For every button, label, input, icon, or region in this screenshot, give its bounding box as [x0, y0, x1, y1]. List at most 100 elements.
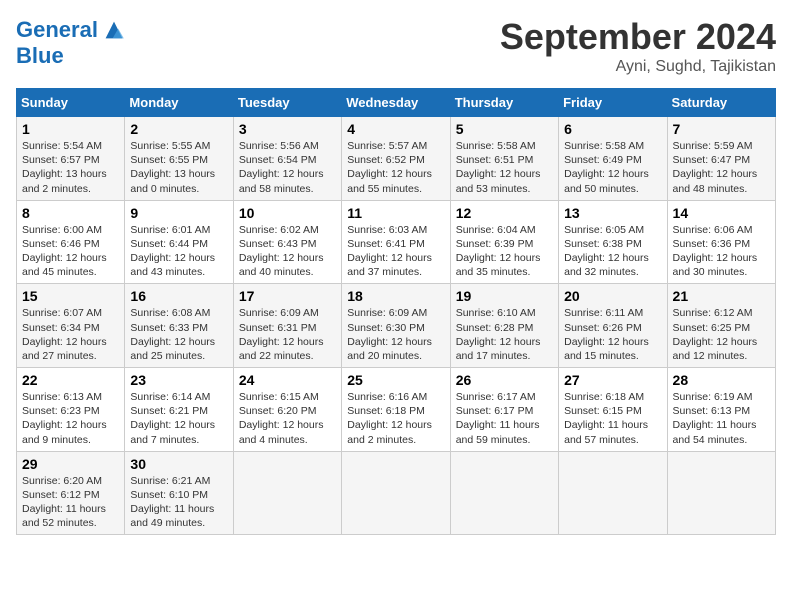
- calendar-cell: 24 Sunrise: 6:15 AMSunset: 6:20 PMDayligh…: [233, 368, 341, 452]
- day-info: Sunrise: 5:56 AMSunset: 6:54 PMDaylight:…: [239, 139, 336, 196]
- calendar-cell: 15 Sunrise: 6:07 AMSunset: 6:34 PMDayligh…: [17, 284, 125, 368]
- day-info: Sunrise: 6:01 AMSunset: 6:44 PMDaylight:…: [130, 223, 227, 280]
- calendar-week-row: 8 Sunrise: 6:00 AMSunset: 6:46 PMDaylight…: [17, 200, 776, 284]
- calendar-cell: 21Sunrise: 6:12 AMSunset: 6:25 PMDayligh…: [667, 284, 775, 368]
- calendar-cell: 16 Sunrise: 6:08 AMSunset: 6:33 PMDayligh…: [125, 284, 233, 368]
- day-info: Sunrise: 6:17 AMSunset: 6:17 PMDaylight:…: [456, 390, 553, 447]
- day-info: Sunrise: 6:03 AMSunset: 6:41 PMDaylight:…: [347, 223, 444, 280]
- day-number: 13: [564, 205, 661, 221]
- day-info: Sunrise: 6:16 AMSunset: 6:18 PMDaylight:…: [347, 390, 444, 447]
- calendar-cell: [342, 451, 450, 535]
- day-info: Sunrise: 5:59 AMSunset: 6:47 PMDaylight:…: [673, 139, 770, 196]
- col-saturday: Saturday: [667, 89, 775, 117]
- day-number: 15: [22, 288, 119, 304]
- day-number: 29: [22, 456, 119, 472]
- logo-icon: [100, 16, 128, 44]
- calendar-cell: 13 Sunrise: 6:05 AMSunset: 6:38 PMDayligh…: [559, 200, 667, 284]
- day-number: 2: [130, 121, 227, 137]
- logo: General Blue: [16, 16, 128, 68]
- day-number: 24: [239, 372, 336, 388]
- day-number: 22: [22, 372, 119, 388]
- day-number: 10: [239, 205, 336, 221]
- calendar-cell: 5 Sunrise: 5:58 AMSunset: 6:51 PMDaylight…: [450, 117, 558, 201]
- day-number: 7: [673, 121, 770, 137]
- day-info: Sunrise: 6:18 AMSunset: 6:15 PMDaylight:…: [564, 390, 661, 447]
- calendar-cell: 25 Sunrise: 6:16 AMSunset: 6:18 PMDayligh…: [342, 368, 450, 452]
- col-wednesday: Wednesday: [342, 89, 450, 117]
- col-tuesday: Tuesday: [233, 89, 341, 117]
- calendar-cell: 27 Sunrise: 6:18 AMSunset: 6:15 PMDayligh…: [559, 368, 667, 452]
- day-info: Sunrise: 6:15 AMSunset: 6:20 PMDaylight:…: [239, 390, 336, 447]
- day-number: 17: [239, 288, 336, 304]
- calendar-cell: 23Sunrise: 6:14 AMSunset: 6:21 PMDayligh…: [125, 368, 233, 452]
- day-info: Sunrise: 6:07 AMSunset: 6:34 PMDaylight:…: [22, 306, 119, 363]
- day-number: 27: [564, 372, 661, 388]
- calendar-cell: 4 Sunrise: 5:57 AMSunset: 6:52 PMDaylight…: [342, 117, 450, 201]
- day-info: Sunrise: 6:08 AMSunset: 6:33 PMDaylight:…: [130, 306, 227, 363]
- day-number: 30: [130, 456, 227, 472]
- day-info: Sunrise: 6:14 AMSunset: 6:21 PMDaylight:…: [130, 390, 227, 447]
- col-friday: Friday: [559, 89, 667, 117]
- day-info: Sunrise: 5:57 AMSunset: 6:52 PMDaylight:…: [347, 139, 444, 196]
- logo-blue-text: Blue: [16, 44, 128, 68]
- calendar-cell: 7 Sunrise: 5:59 AMSunset: 6:47 PMDaylight…: [667, 117, 775, 201]
- calendar-week-row: 29 Sunrise: 6:20 AMSunset: 6:12 PMDayligh…: [17, 451, 776, 535]
- day-number: 16: [130, 288, 227, 304]
- day-info: Sunrise: 6:13 AMSunset: 6:23 PMDaylight:…: [22, 390, 119, 447]
- calendar-cell: 14 Sunrise: 6:06 AMSunset: 6:36 PMDayligh…: [667, 200, 775, 284]
- col-thursday: Thursday: [450, 89, 558, 117]
- calendar-table: Sunday Monday Tuesday Wednesday Thursday…: [16, 88, 776, 535]
- day-number: 3: [239, 121, 336, 137]
- day-info: Sunrise: 6:19 AMSunset: 6:13 PMDaylight:…: [673, 390, 770, 447]
- calendar-cell: [450, 451, 558, 535]
- day-number: 25: [347, 372, 444, 388]
- calendar-cell: 30 Sunrise: 6:21 AMSunset: 6:10 PMDayligh…: [125, 451, 233, 535]
- day-info: Sunrise: 6:02 AMSunset: 6:43 PMDaylight:…: [239, 223, 336, 280]
- day-info: Sunrise: 6:11 AMSunset: 6:26 PMDaylight:…: [564, 306, 661, 363]
- day-info: Sunrise: 5:58 AMSunset: 6:49 PMDaylight:…: [564, 139, 661, 196]
- day-info: Sunrise: 6:09 AMSunset: 6:30 PMDaylight:…: [347, 306, 444, 363]
- page-header: General Blue September 2024 Ayni, Sughd,…: [16, 16, 776, 76]
- day-number: 26: [456, 372, 553, 388]
- calendar-header-row: Sunday Monday Tuesday Wednesday Thursday…: [17, 89, 776, 117]
- day-number: 18: [347, 288, 444, 304]
- day-info: Sunrise: 6:09 AMSunset: 6:31 PMDaylight:…: [239, 306, 336, 363]
- logo-text: General: [16, 18, 98, 42]
- calendar-cell: 12 Sunrise: 6:04 AMSunset: 6:39 PMDayligh…: [450, 200, 558, 284]
- day-number: 4: [347, 121, 444, 137]
- day-number: 28: [673, 372, 770, 388]
- day-number: 12: [456, 205, 553, 221]
- day-info: Sunrise: 5:55 AMSunset: 6:55 PMDaylight:…: [130, 139, 227, 196]
- calendar-cell: 28 Sunrise: 6:19 AMSunset: 6:13 PMDayligh…: [667, 368, 775, 452]
- month-title: September 2024: [500, 16, 776, 58]
- calendar-cell: 22 Sunrise: 6:13 AMSunset: 6:23 PMDayligh…: [17, 368, 125, 452]
- calendar-cell: 26 Sunrise: 6:17 AMSunset: 6:17 PMDayligh…: [450, 368, 558, 452]
- day-info: Sunrise: 6:21 AMSunset: 6:10 PMDaylight:…: [130, 474, 227, 531]
- calendar-cell: 9Sunrise: 6:01 AMSunset: 6:44 PMDaylight…: [125, 200, 233, 284]
- day-number: 5: [456, 121, 553, 137]
- day-info: Sunrise: 5:58 AMSunset: 6:51 PMDaylight:…: [456, 139, 553, 196]
- title-block: September 2024 Ayni, Sughd, Tajikistan: [500, 16, 776, 76]
- calendar-cell: [667, 451, 775, 535]
- day-number: 8: [22, 205, 119, 221]
- day-number: 20: [564, 288, 661, 304]
- day-number: 11: [347, 205, 444, 221]
- day-info: Sunrise: 6:20 AMSunset: 6:12 PMDaylight:…: [22, 474, 119, 531]
- calendar-cell: 6Sunrise: 5:58 AMSunset: 6:49 PMDaylight…: [559, 117, 667, 201]
- col-sunday: Sunday: [17, 89, 125, 117]
- day-info: Sunrise: 6:00 AMSunset: 6:46 PMDaylight:…: [22, 223, 119, 280]
- calendar-cell: 11 Sunrise: 6:03 AMSunset: 6:41 PMDayligh…: [342, 200, 450, 284]
- day-number: 21: [673, 288, 770, 304]
- day-number: 19: [456, 288, 553, 304]
- calendar-cell: 2 Sunrise: 5:55 AMSunset: 6:55 PMDaylight…: [125, 117, 233, 201]
- day-number: 14: [673, 205, 770, 221]
- calendar-cell: 17 Sunrise: 6:09 AMSunset: 6:31 PMDayligh…: [233, 284, 341, 368]
- calendar-cell: [233, 451, 341, 535]
- day-info: Sunrise: 6:06 AMSunset: 6:36 PMDaylight:…: [673, 223, 770, 280]
- calendar-cell: 3 Sunrise: 5:56 AMSunset: 6:54 PMDaylight…: [233, 117, 341, 201]
- day-info: Sunrise: 6:10 AMSunset: 6:28 PMDaylight:…: [456, 306, 553, 363]
- day-info: Sunrise: 6:04 AMSunset: 6:39 PMDaylight:…: [456, 223, 553, 280]
- day-info: Sunrise: 5:54 AMSunset: 6:57 PMDaylight:…: [22, 139, 119, 196]
- day-info: Sunrise: 6:05 AMSunset: 6:38 PMDaylight:…: [564, 223, 661, 280]
- col-monday: Monday: [125, 89, 233, 117]
